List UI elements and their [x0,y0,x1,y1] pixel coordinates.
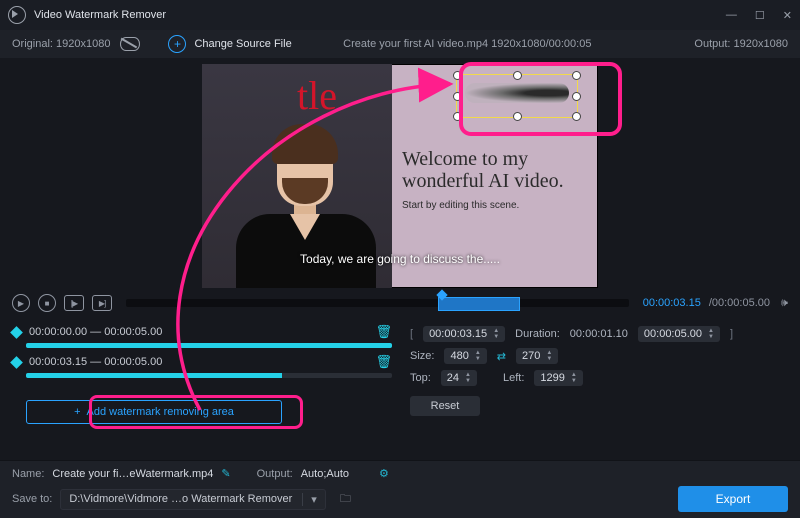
segment-marker-icon [10,356,23,369]
toggle-preview-overlay-icon[interactable] [120,37,140,51]
properties-panel: [ 00:00:03.15 ▲▼ Duration: 00:00:01.10 00… [410,320,788,424]
width-input[interactable]: 480 ▲▼ [444,348,486,364]
delete-segment-icon[interactable]: 🗑 [375,354,392,370]
reset-label: Reset [431,400,460,412]
width-value: 480 [450,350,468,362]
subtitle-text: Today, we are going to discuss the..... [202,252,598,266]
play-button[interactable]: ▶ [12,294,30,312]
left-label: Left: [503,372,524,384]
footer: Name: Create your fi…eWatermark.mp4 ✎ Ou… [0,460,800,518]
add-watermark-area-label: Add watermark removing area [87,406,234,418]
title-fragment-text: tle [297,72,337,119]
segment-range: 00:00:03.15 — 00:00:05.00 [29,356,162,368]
info-toolbar: Original: 1920x1080 + Change Source File… [0,30,800,58]
spinner-icon[interactable]: ▲▼ [475,350,481,362]
output-format: Auto;Auto [301,468,349,480]
video-preview[interactable]: tle Welcome to my wonderful AI video. St… [202,64,598,288]
resize-handle[interactable] [572,92,581,101]
reset-button[interactable]: Reset [410,396,480,416]
left-input[interactable]: 1299 ▲▼ [534,370,582,386]
resize-handle[interactable] [513,112,522,121]
segment-progress[interactable] [26,373,392,378]
spinner-icon[interactable]: ▲▼ [546,350,552,362]
save-path: D:\Vidmore\Vidmore …o Watermark Remover [69,493,292,505]
original-dimensions: Original: 1920x1080 [12,38,110,50]
spinner-icon[interactable]: ▲▼ [493,328,499,340]
save-path-dropdown-icon[interactable]: ▾ [302,493,317,506]
output-name: Create your fi…eWatermark.mp4 [52,468,213,480]
spinner-icon[interactable]: ▲▼ [708,328,714,340]
bracket-right-icon[interactable]: ] [730,328,733,340]
resize-handle[interactable] [453,71,462,80]
title-bar: Video Watermark Remover — ☐ ✕ [0,0,800,30]
instruction-text: Start by editing this scene. [402,200,519,211]
segment-progress[interactable] [26,343,392,348]
current-time: 00:00:03.15 [643,297,701,309]
app-title: Video Watermark Remover [34,9,166,21]
segment-range: 00:00:00.00 — 00:00:05.00 [29,326,162,338]
segment-row[interactable]: 00:00:03.15 — 00:00:05.00 🗑 [12,354,392,370]
resize-handle[interactable] [513,71,522,80]
spinner-icon[interactable]: ▲▼ [571,372,577,384]
resize-handle[interactable] [572,71,581,80]
change-source-icon[interactable]: + [168,35,186,53]
top-value: 24 [447,372,459,384]
spinner-icon[interactable]: ▲▼ [465,372,471,384]
left-value: 1299 [540,372,564,384]
output-settings-icon[interactable]: ⚙ [379,467,389,480]
segments-panel: 00:00:00.00 — 00:00:05.00 🗑 00:00:03.15 … [12,320,392,424]
welcome-text: Welcome to my wonderful AI video. [402,148,564,192]
stop-button[interactable]: ■ [38,294,56,312]
volume-icon[interactable]: 🕪 [778,297,788,310]
resize-handle[interactable] [453,92,462,101]
delete-segment-icon[interactable]: 🗑 [375,324,392,340]
resize-handle[interactable] [453,112,462,121]
export-button[interactable]: Export [678,486,788,512]
change-source-button[interactable]: Change Source File [194,38,291,50]
app-logo-icon [8,6,26,24]
add-watermark-area-button[interactable]: + Add watermark removing area [26,400,282,424]
resize-handle[interactable] [572,112,581,121]
start-time-value: 00:00:03.15 [429,328,487,340]
close-button[interactable]: ✕ [783,9,792,22]
height-value: 270 [522,350,540,362]
top-input[interactable]: 24 ▲▼ [441,370,477,386]
open-folder-icon[interactable]: 🗀 [340,490,351,509]
output-dimensions: Output: 1920x1080 [694,38,788,50]
duration-label: Duration: [515,328,560,340]
name-label: Name: [12,468,44,480]
maximize-button[interactable]: ☐ [755,9,765,22]
save-to-label: Save to: [12,493,52,505]
total-time: /00:00:05.00 [709,297,770,309]
watermark-selection-box[interactable] [456,74,578,118]
output-label: Output: [257,468,293,480]
height-input[interactable]: 270 ▲▼ [516,348,558,364]
export-label: Export [716,492,751,506]
bracket-left-icon[interactable]: [ [410,328,413,340]
welcome-line-1: Welcome to my [402,148,528,170]
segment-row[interactable]: 00:00:00.00 — 00:00:05.00 🗑 [12,324,392,340]
timeline-selection[interactable] [438,297,520,311]
end-time-value: 00:00:05.00 [644,328,702,340]
welcome-line-2: wonderful AI video. [402,170,564,192]
end-time-input[interactable]: 00:00:05.00 ▲▼ [638,326,720,342]
top-label: Top: [410,372,431,384]
minimize-button[interactable]: — [726,9,737,22]
playback-bar: ▶ ■ [▶ ▶] 00:00:03.15/00:00:05.00 🕪 [0,288,800,316]
set-end-button[interactable]: ▶] [92,295,112,311]
save-path-box[interactable]: D:\Vidmore\Vidmore …o Watermark Remover … [60,489,325,510]
plus-icon: + [74,406,80,418]
timeline-track[interactable] [126,299,629,307]
segment-marker-icon [10,326,23,339]
start-time-input[interactable]: 00:00:03.15 ▲▼ [423,326,505,342]
edit-name-icon[interactable]: ✎ [221,467,230,480]
set-start-button[interactable]: [▶ [64,295,84,311]
duration-value: 00:00:01.10 [570,328,628,340]
watermark-blur-preview [465,83,569,103]
size-label: Size: [410,350,434,362]
source-file-info: Create your first AI video.mp4 1920x1080… [343,38,591,50]
link-aspect-icon[interactable]: ⇄ [497,350,506,363]
